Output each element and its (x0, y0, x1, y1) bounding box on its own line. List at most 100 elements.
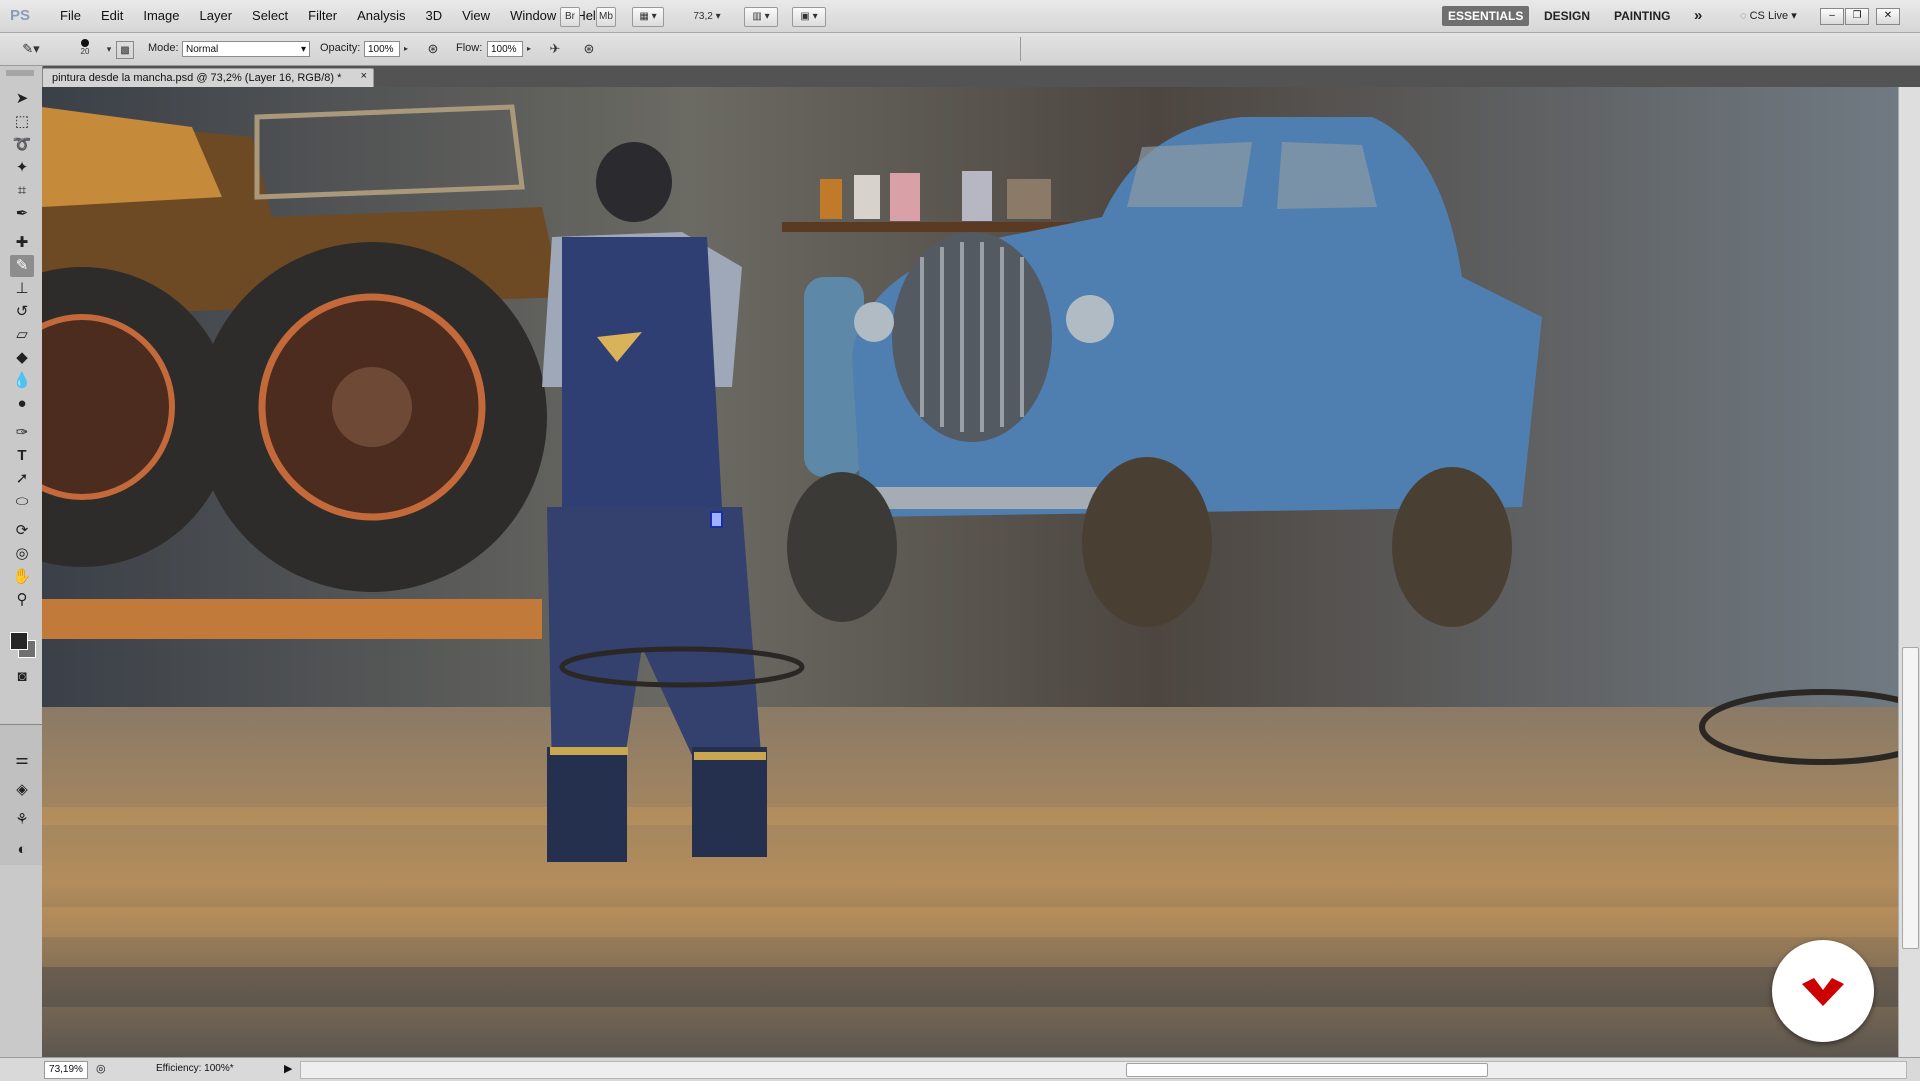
document-title: pintura desde la mancha.psd @ 73,2% (Lay… (52, 72, 342, 84)
blur-tool-icon[interactable]: 💧 (10, 370, 34, 392)
type-tool-icon[interactable]: T (10, 445, 34, 467)
status-menu-arrow-icon[interactable]: ▶ (284, 1062, 292, 1075)
menu-view[interactable]: View (452, 0, 500, 32)
horizontal-scrollbar-thumb[interactable] (1126, 1063, 1488, 1077)
screen-mode-icon: ▣ ▾ (800, 11, 818, 22)
dodge-tool-icon[interactable]: ● (10, 393, 34, 415)
history-brush-tool-icon[interactable]: ↺ (10, 301, 34, 323)
adjustments-panel-icon[interactable]: ⚌ (10, 749, 34, 771)
eraser-tool-icon[interactable]: ▱ (10, 324, 34, 346)
efficiency-readout: Efficiency: 100%* (156, 1063, 234, 1074)
tools-panel: ➤ ⬚ ➰ ✦ ⌗ ✒ ✚ ✎ ⊥ ↺ ▱ ◆ 💧 ● ✑ T ➚ ⬭ ⟳ ◎ … (0, 66, 43, 1071)
menu-bar: PS File Edit Image Layer Select Filter A… (0, 0, 1920, 33)
workspace-essentials[interactable]: ESSENTIALS (1442, 6, 1530, 26)
logo-badge (1772, 940, 1874, 1042)
brush-preset-picker[interactable]: 20 (74, 37, 96, 61)
zoom-level-value: 73,2 (693, 11, 713, 22)
blend-mode-value: Normal (186, 44, 219, 55)
panel-grip[interactable] (6, 70, 34, 76)
hand-tool-icon[interactable]: ✋ (10, 566, 34, 588)
mode-label: Mode: (148, 42, 179, 54)
pen-tool-icon[interactable]: ✑ (10, 422, 34, 444)
zoom-tool-icon[interactable]: ⚲ (10, 589, 34, 611)
healing-brush-tool-icon[interactable]: ✚ (10, 232, 34, 254)
quick-mask-icon[interactable]: ◙ (10, 666, 34, 688)
collapsed-panels: ⚌ ◈ ⚘ ◐ (0, 724, 42, 865)
brand-logo-icon (1802, 978, 1844, 1006)
brush-tip-icon (81, 39, 89, 47)
options-bar: ✎▾ 20 ▾ ▩ Mode: Normal ▾ Opacity: 100% ▸… (0, 33, 1920, 66)
pressure-opacity-icon[interactable]: ⊛ (424, 40, 442, 58)
workspace-design[interactable]: DESIGN (1538, 6, 1596, 26)
lasso-tool-icon[interactable]: ➰ (10, 134, 34, 156)
document-info-icon[interactable]: ◎ (96, 1062, 106, 1075)
opacity-label: Opacity: (320, 42, 361, 54)
opacity-input[interactable]: 100% (364, 41, 400, 57)
brush-tool-preset-icon[interactable]: ✎▾ (22, 40, 40, 58)
crop-tool-icon[interactable]: ⌗ (10, 180, 34, 202)
menu-filter[interactable]: Filter (298, 0, 347, 32)
main-menu: File Edit Image Layer Select Filter Anal… (50, 0, 613, 32)
opacity-slider-arrow-icon[interactable]: ▸ (401, 40, 411, 58)
vertical-scrollbar-thumb[interactable] (1902, 647, 1919, 949)
document-tab[interactable]: pintura desde la mancha.psd @ 73,2% (Lay… (42, 68, 374, 87)
menu-edit[interactable]: Edit (91, 0, 133, 32)
menu-window[interactable]: Window (500, 0, 566, 32)
arrange-documents-button[interactable]: ▥ ▾ (744, 7, 778, 27)
airbrush-icon[interactable]: ✈ (546, 40, 564, 58)
brush-tool-icon[interactable]: ✎ (10, 255, 34, 277)
move-tool-icon[interactable]: ➤ (10, 88, 34, 110)
text-cursor-icon (710, 511, 723, 528)
menu-3d[interactable]: 3D (415, 0, 452, 32)
cs-live-button[interactable]: ◌ CS Live ▾ (1734, 6, 1803, 26)
blend-mode-select[interactable]: Normal ▾ (182, 41, 310, 57)
flow-input[interactable]: 100% (487, 41, 523, 57)
menu-file[interactable]: File (50, 0, 91, 32)
brush-panel-toggle-icon[interactable]: ▩ (116, 41, 134, 59)
foreground-color-swatch[interactable] (10, 632, 28, 650)
paths-panel-icon[interactable]: ◐ (10, 839, 34, 861)
mini-bridge-button[interactable]: Mb (596, 7, 616, 27)
quick-select-tool-icon[interactable]: ✦ (10, 157, 34, 179)
horizontal-scrollbar[interactable] (300, 1061, 1907, 1079)
arrange-icon: ▥ ▾ (752, 11, 770, 22)
vertical-scrollbar[interactable] (1898, 87, 1920, 1057)
restore-icon[interactable]: ❐ (1845, 8, 1869, 25)
close-document-icon[interactable]: × (361, 70, 367, 82)
3d-rotate-tool-icon[interactable]: ⟳ (10, 520, 34, 542)
clone-stamp-tool-icon[interactable]: ⊥ (10, 278, 34, 300)
layers-panel-icon[interactable]: ◈ (10, 779, 34, 801)
view-extras-button[interactable]: ▦ ▾ (632, 7, 664, 27)
bridge-button[interactable]: Br (560, 7, 580, 27)
flow-label: Flow: (456, 42, 483, 54)
cs-live-label: CS Live (1749, 10, 1789, 22)
grid-icon: ▦ ▾ (639, 11, 657, 22)
shape-tool-icon[interactable]: ⬭ (10, 491, 34, 513)
menu-analysis[interactable]: Analysis (347, 0, 415, 32)
brush-size-value: 20 (80, 47, 90, 56)
channels-panel-icon[interactable]: ⚘ (10, 809, 34, 831)
options-divider (1020, 37, 1021, 61)
chevron-down-icon: ▾ (300, 44, 306, 55)
marquee-tool-icon[interactable]: ⬚ (10, 111, 34, 133)
paint-bucket-tool-icon[interactable]: ◆ (10, 347, 34, 369)
menu-layer[interactable]: Layer (190, 0, 243, 32)
zoom-level-dropdown[interactable]: 73,2 ▾ (684, 7, 730, 27)
status-bar: 73,19% ◎ Efficiency: 100%* ▶ (0, 1057, 1920, 1081)
close-icon[interactable]: ✕ (1876, 8, 1900, 25)
more-workspaces-icon[interactable]: » (1688, 6, 1708, 26)
minimize-icon[interactable]: – (1820, 8, 1844, 25)
menu-image[interactable]: Image (133, 0, 189, 32)
cs-live-icon: ◌ (1740, 10, 1747, 22)
workspace-painting[interactable]: PAINTING (1608, 6, 1676, 26)
document-canvas[interactable] (42, 87, 1898, 1057)
flow-slider-arrow-icon[interactable]: ▸ (524, 40, 534, 58)
zoom-percentage-input[interactable]: 73,19% (44, 1061, 88, 1079)
photoshop-logo: PS (10, 7, 31, 24)
path-selection-tool-icon[interactable]: ➚ (10, 468, 34, 490)
eyedropper-tool-icon[interactable]: ✒ (10, 203, 34, 225)
screen-mode-button[interactable]: ▣ ▾ (792, 7, 826, 27)
3d-orbit-tool-icon[interactable]: ◎ (10, 543, 34, 565)
menu-select[interactable]: Select (242, 0, 298, 32)
pressure-size-icon[interactable]: ⊛ (580, 40, 598, 58)
